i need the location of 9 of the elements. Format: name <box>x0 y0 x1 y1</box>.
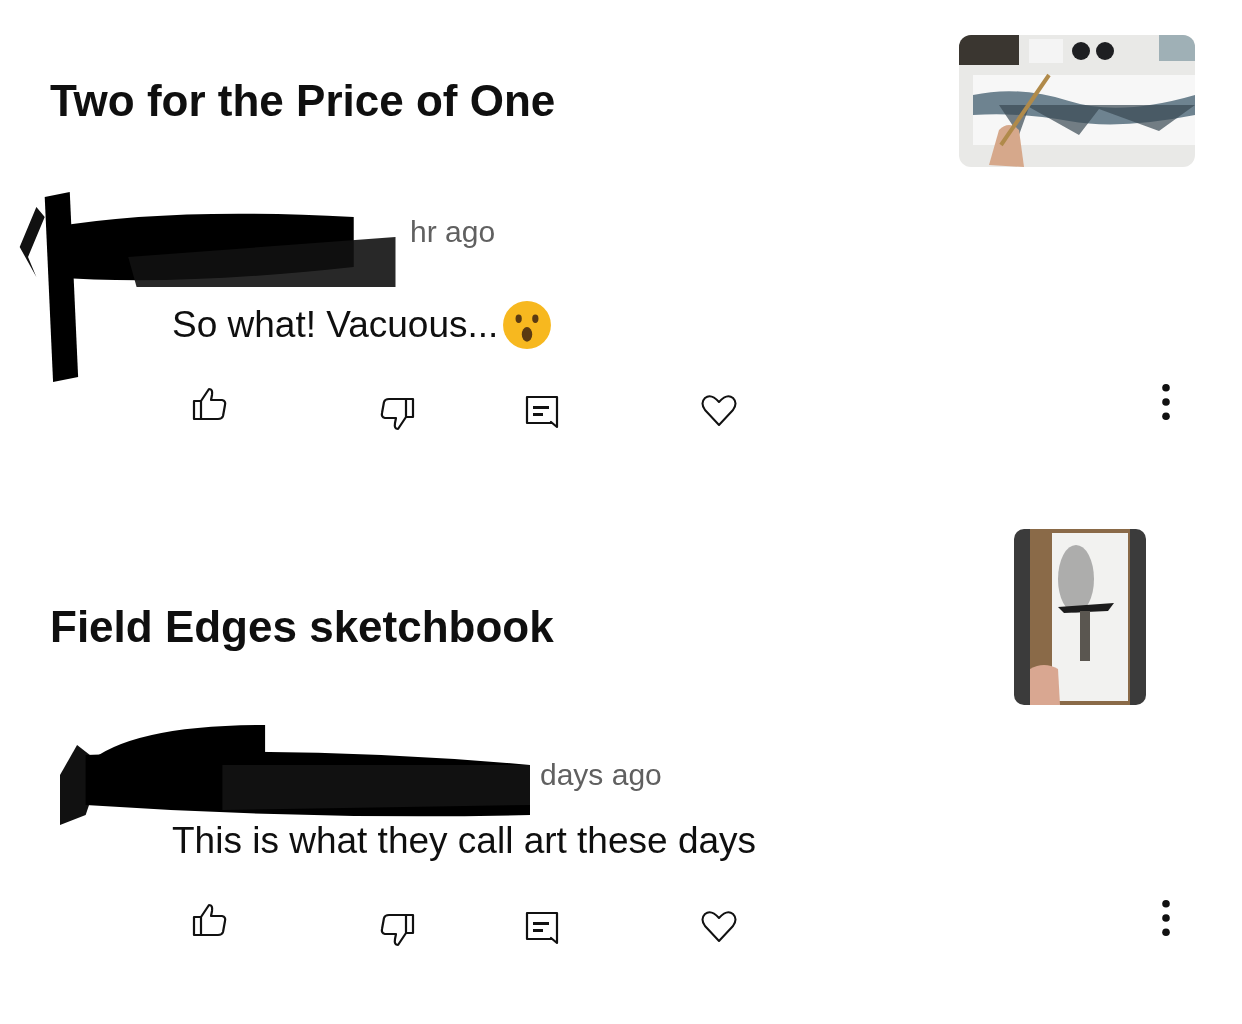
comment-time: days ago <box>540 758 662 792</box>
comment-text: So what! Vacuous... <box>172 304 499 346</box>
more-options-icon[interactable] <box>1160 899 1172 937</box>
comment-time: hr ago <box>410 215 496 249</box>
surprised-face-icon <box>502 300 553 350</box>
video-title: Field Edges sketchbook <box>50 602 554 652</box>
comment-text: This is what they call art these days <box>172 820 757 862</box>
video-title: Two for the Price of One <box>50 76 556 126</box>
more-options-icon[interactable] <box>1160 383 1172 421</box>
